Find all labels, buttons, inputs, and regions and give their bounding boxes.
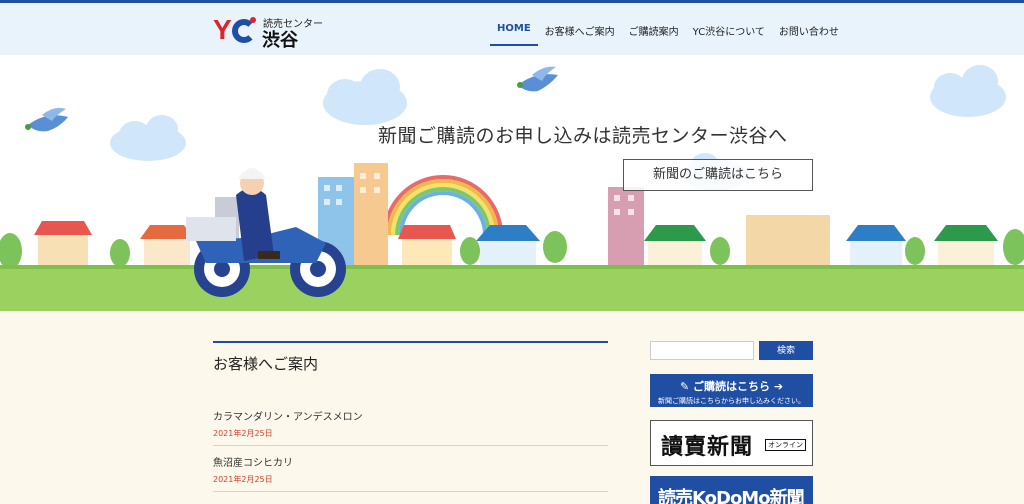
kodomo-banner[interactable]: 読売KoDoMo新聞 bbox=[650, 476, 813, 504]
nav-home[interactable]: HOME bbox=[490, 19, 538, 46]
search-input[interactable] bbox=[650, 341, 754, 360]
online-badge: オンライン bbox=[765, 439, 806, 451]
subscribe-cta-button[interactable]: 新聞のご購読はこちら bbox=[623, 159, 813, 191]
post-date: 2021年2月25日 bbox=[213, 429, 273, 438]
nav-customer-info[interactable]: お客様へご案内 bbox=[538, 19, 622, 46]
nav-contact[interactable]: お問い合わせ bbox=[772, 19, 846, 46]
subscribe-banner-title: ご購読はこちら bbox=[693, 380, 770, 393]
hero-title: 新聞ご購読のお申し込みは読売センター渋谷へ bbox=[378, 125, 788, 147]
customer-info-heading: お客様へご案内 bbox=[213, 341, 608, 374]
nav-about[interactable]: YC渋谷について bbox=[686, 19, 772, 46]
arrow-right-circle-icon: ➔ bbox=[773, 380, 784, 393]
post-title[interactable]: カラマンダリン・アンデスメロン bbox=[213, 408, 608, 423]
post-date: 2021年2月25日 bbox=[213, 475, 273, 484]
search-button[interactable]: 検索 bbox=[759, 341, 813, 360]
post-item[interactable]: 魚沼産コシヒカリ 2021年2月25日 bbox=[213, 454, 608, 492]
post-title[interactable]: 魚沼産コシヒカリ bbox=[213, 454, 608, 469]
house-icon bbox=[34, 221, 998, 267]
subscribe-banner-sub: 新聞ご購読はこちらからお申し込みください。 bbox=[658, 397, 805, 405]
edit-icon: ✎ bbox=[679, 380, 690, 393]
logo-dot-icon bbox=[250, 17, 256, 23]
nav-subscription[interactable]: ご購読案内 bbox=[622, 19, 686, 46]
logo-big-text: 渋谷 bbox=[262, 30, 298, 51]
grass-ground bbox=[0, 265, 1024, 311]
kodomo-logo: 読売KoDoMo新聞 bbox=[658, 488, 805, 504]
hero-banner: 新聞ご購読のお申し込みは読売センター渋谷へ 新聞のご購読はこちら bbox=[0, 55, 1024, 311]
yomiuri-online-banner[interactable]: 讀賣新聞 オンライン bbox=[650, 420, 813, 466]
subscribe-banner[interactable]: ✎ ご購読はこちら ➔ 新聞ご購読はこちらからお申し込みください。 bbox=[650, 374, 813, 407]
main-nav: HOME お客様へご案内 ご購読案内 YC渋谷について お問い合わせ bbox=[490, 19, 846, 46]
site-logo[interactable]: Y 読売センター 渋谷 bbox=[213, 14, 323, 52]
post-item-partial[interactable] bbox=[213, 498, 608, 504]
logo-mark-y: Y bbox=[213, 14, 232, 45]
yomiuri-logo: 讀賣新聞 bbox=[661, 434, 754, 460]
hero-illustration bbox=[0, 65, 1024, 311]
post-item[interactable]: カラマンダリン・アンデスメロン 2021年2月25日 bbox=[213, 408, 608, 446]
site-header: Y 読売センター 渋谷 HOME お客様へご案内 ご購読案内 YC渋谷について … bbox=[0, 3, 1024, 55]
